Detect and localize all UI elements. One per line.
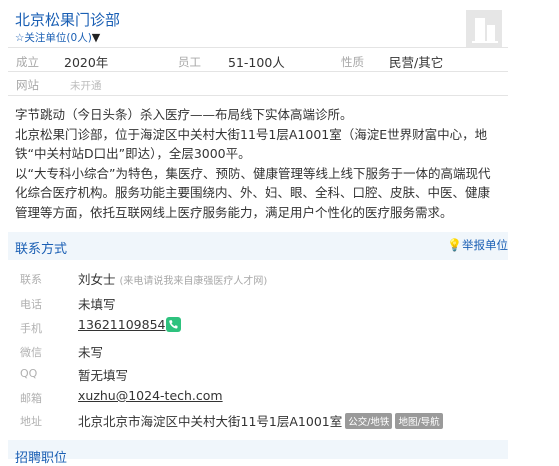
recruit-section-title: 招聘职位 [15,451,68,466]
mobile-link[interactable]: 13621109854 [78,317,165,332]
follow-button[interactable]: ☆关注单位(0人)▼ [15,30,100,45]
recruit-section-header [8,440,508,459]
map-tag[interactable]: 地图/导航 [395,413,443,429]
address-label: 地址 [20,415,42,428]
divider [8,95,508,96]
tel-value: 未填写 [78,297,116,312]
mobile-row: 13621109854 [78,317,182,332]
nature-label: 性质 [341,55,364,69]
email-label: 邮箱 [20,392,42,405]
address-row: 北京北京市海淀区中关村大街11号1层A1001室 公交/地铁 地图/导航 [78,411,443,430]
contact-hint: (来电请说我来自康强医疗人才网) [119,276,268,287]
phone-icon[interactable] [166,317,182,332]
lightbulb-icon: 💡 [447,238,462,252]
chevron-down-icon: ▼ [91,31,101,44]
nature-value: 民营/其它 [389,55,444,70]
address-value: 北京北京市海淀区中关村大街11号1层A1001室 [78,414,343,429]
company-logo [466,10,502,48]
divider [8,71,508,72]
description-paragraph: 以“大专科小综合”为特色，集医疗、预防、健康管理等线上线下服务于一体的高端现代化… [15,165,491,220]
contact-section-header [8,232,508,260]
mobile-label: 手机 [20,322,42,335]
star-outline-icon: ☆ [15,32,25,44]
website-label: 网站 [16,78,39,92]
company-name[interactable]: 北京松果门诊部 [15,9,120,30]
company-description: 字节跳动（今日头条）杀入医疗——布局线下实体高端诊所。 北京松果门诊部，位于海淀… [15,105,493,222]
wechat-label: 微信 [20,346,42,359]
contact-section-title: 联系方式 [15,242,68,257]
qq-label: QQ [20,367,38,380]
tel-label: 电话 [20,298,42,311]
founded-label: 成立 [16,55,39,69]
founded-value: 2020年 [64,55,109,70]
staff-value: 51-100人 [228,55,285,70]
staff-label: 员工 [178,55,201,69]
description-paragraph: 北京松果门诊部，位于海淀区中关村大街11号1层A1001室（海淀E世界财富中心，… [15,126,488,162]
description-paragraph: 字节跳动（今日头条）杀入医疗——布局线下实体高端诊所。 [15,107,353,122]
wechat-value: 未写 [78,345,104,360]
report-label: 举报单位 [461,238,508,252]
report-button[interactable]: 💡举报单位 [447,237,508,253]
contact-person-label: 联系 [20,273,42,286]
qq-value: 暂无填写 [78,368,129,383]
transit-tag[interactable]: 公交/地铁 [345,413,393,429]
email-link[interactable]: xuzhu@1024-tech.com [78,388,223,403]
follow-label: 关注单位(0人) [24,32,92,44]
divider [8,47,508,48]
contact-person-value: 刘女士 [78,272,116,287]
contact-person-row: 刘女士 (来电请说我来自康强医疗人才网) [78,269,267,288]
website-value: 未开通 [70,80,102,92]
